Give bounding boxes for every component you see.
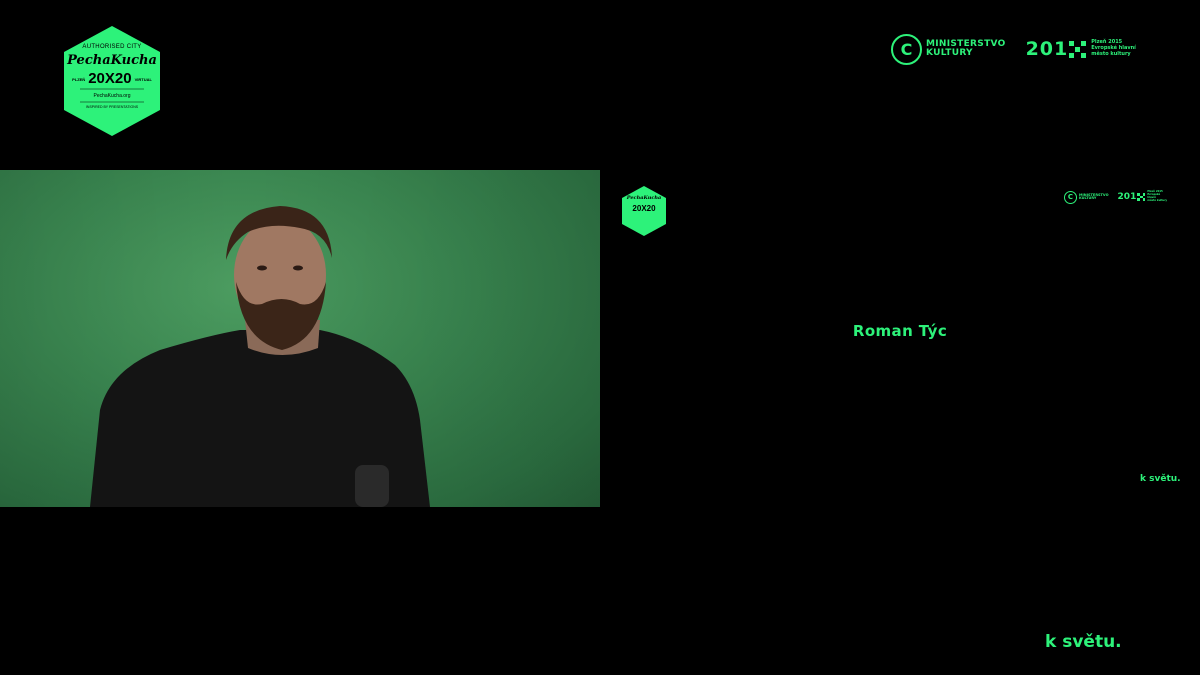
speaker-name: Roman Týc [852, 322, 948, 340]
tagline-small: k světu. [1140, 474, 1181, 484]
logo-20x20: PLZEŇ 20X20 VIRTUAL [72, 70, 152, 87]
ministry-label-small: MINISTERSTVO KULTURY [1079, 192, 1109, 200]
year-mark-small: 201 [1118, 192, 1146, 202]
c-circle-icon: C [891, 33, 922, 65]
logo-brand-name: PechaKucha [67, 53, 157, 68]
presenter-figure [90, 206, 430, 507]
sponsors-bar: C MINISTERSTVO KULTURY 201 Plzeň 2015 Ev… [891, 33, 1141, 65]
year-mark: 201 [1026, 38, 1087, 60]
x-grid-icon [1137, 193, 1146, 201]
c-circle-icon: C [1064, 190, 1077, 204]
tagline-main: k světu. [1045, 632, 1122, 652]
pechakucha-logo-small: PechaKucha 20X20 [621, 185, 667, 237]
logo-city-left: PLZEŇ [72, 76, 86, 82]
small-logo-20x20: 20X20 [632, 204, 656, 213]
speaker-video [0, 170, 600, 507]
pechakucha-logo: AUTHORISED CITY PechaKucha PLZEŇ 20X20 VIR… [62, 24, 162, 138]
sponsors-bar-small: C MINISTERSTVO KULTURY 201 Plzeň 2015 Ev… [1064, 190, 1169, 204]
logo-authorised-city: AUTHORISED CITY [82, 44, 142, 50]
logo-tagline: INSPIRED BY PRESENTATIONS [85, 105, 139, 109]
logo-website: PechaKucha.org [93, 93, 131, 99]
x-grid-icon [1069, 40, 1087, 58]
plzen-label: Plzeň 2015 Evropské hlavní město kultury [1091, 39, 1136, 57]
small-logo-brand: PechaKucha [626, 195, 662, 201]
ministry-label: MINISTERSTVO KULTURY [926, 39, 1006, 58]
plzen-label-small: Plzeň 2015 Evropské hlavní město kultury [1147, 190, 1168, 202]
logo-city-right: VIRTUAL [134, 76, 152, 82]
